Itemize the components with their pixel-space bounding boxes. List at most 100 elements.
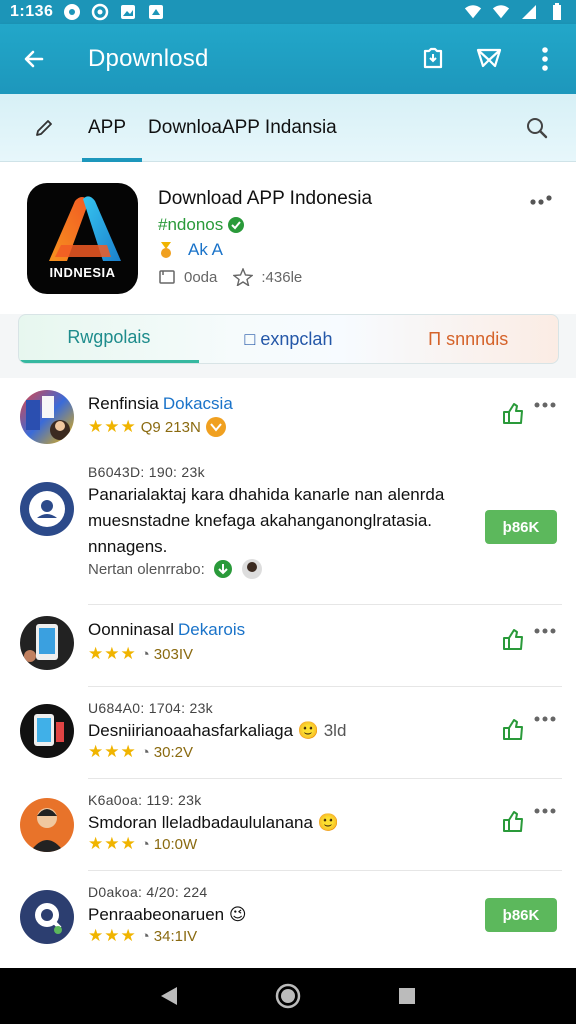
more-horiz-icon[interactable] <box>532 398 558 412</box>
app-tag-text: #ndonos <box>158 215 224 234</box>
tab-indicator <box>82 157 143 162</box>
more-horiz-icon[interactable] <box>532 624 558 638</box>
share-icon <box>476 48 502 68</box>
avatar[interactable] <box>20 890 74 944</box>
avatar[interactable] <box>20 616 74 670</box>
pencil-icon <box>36 119 52 136</box>
review-author-badge: Dokacsia <box>162 394 233 413</box>
segment-option-3[interactable]: Π snnndis <box>378 315 558 363</box>
avatar[interactable] <box>20 704 74 758</box>
emoji-icon: 🙂 <box>297 721 319 740</box>
share-button[interactable] <box>472 42 506 76</box>
divider <box>88 778 562 779</box>
star-rating-icon: ★★★ <box>88 742 137 761</box>
search-button[interactable] <box>522 113 552 143</box>
more-horiz-icon[interactable] <box>532 804 558 818</box>
tab-app[interactable]: APP <box>82 94 143 162</box>
app-meta: 0oda :436le <box>158 268 302 286</box>
clock-icon: ◔ <box>140 743 150 761</box>
download-circle-icon <box>213 560 232 578</box>
review-date: U684A0: 1704: 23k <box>88 700 213 716</box>
app-logo[interactable]: INDNESIA <box>27 183 138 294</box>
avatar[interactable] <box>20 482 74 536</box>
verified-icon <box>228 217 245 233</box>
wifi-icon <box>464 3 482 21</box>
signal-icon <box>492 3 510 21</box>
tab-page-title: DownloaAPP Indansia <box>148 116 337 138</box>
review-rating: ★★★ ◔ 303IV <box>88 644 193 664</box>
review-rating-count: 34:1IV <box>153 927 198 945</box>
review-author: Renfinsia Dokacsia <box>88 394 233 414</box>
emoji-icon: 😉 <box>228 905 247 924</box>
arrow-left-icon <box>24 50 44 68</box>
star-rating-icon: ★★★ <box>88 926 137 945</box>
phone-image-icon <box>34 714 64 746</box>
segment-option-2[interactable]: □ exnpclah <box>199 315 379 363</box>
upvote-icon[interactable] <box>500 400 526 426</box>
avatar[interactable] <box>20 798 74 852</box>
location-icon <box>63 3 81 21</box>
upvote-icon[interactable] <box>500 808 526 834</box>
image-icon <box>119 3 137 21</box>
segment-option-1[interactable]: Rwgpolais <box>19 315 199 363</box>
app-bar: Dpownlosd <box>0 24 576 94</box>
avatar[interactable] <box>20 390 74 444</box>
clock-icon: ◔ <box>140 835 150 853</box>
medal-icon <box>161 242 171 258</box>
circle-home-icon <box>275 983 301 1009</box>
star-outline-icon <box>233 268 254 286</box>
app-meta-size: 0oda <box>184 268 218 286</box>
star-rating-icon: ★★★ <box>88 834 137 853</box>
download-manager-button[interactable] <box>416 42 450 76</box>
emoji-icon: 🙂 <box>317 813 339 832</box>
edit-button[interactable] <box>22 116 66 140</box>
nav-back-button[interactable] <box>149 976 189 1016</box>
review-date: K6a0oa: 119: 23k <box>88 792 202 808</box>
divider <box>88 686 562 687</box>
status-bar: 1:136 <box>0 0 576 24</box>
user-icon <box>29 491 65 527</box>
review-footer-text: Nertan olenrrabo: <box>88 560 205 578</box>
nav-home-button[interactable] <box>268 976 308 1016</box>
download-button[interactable]: ϸ86K <box>485 898 557 932</box>
app-meta-rating: :436le <box>261 268 303 286</box>
avatar-image-icon <box>26 396 70 440</box>
star-rating-icon: ★★★ <box>88 644 137 663</box>
nav-recents-button[interactable] <box>387 976 427 1016</box>
review-body: Panarialaktaj kara dhahida kanarle nan a… <box>88 485 445 556</box>
divider <box>88 604 562 605</box>
review-body: Desniirianoaahasfarkaliaga 🙂 3ld <box>88 718 388 744</box>
more-horiz-icon[interactable] <box>528 192 554 212</box>
upvote-icon[interactable] <box>500 716 526 742</box>
download-button[interactable]: ϸ86K <box>485 510 557 544</box>
app-header-card: INDNESIA Download APP Indonesia #ndonos … <box>0 162 576 314</box>
search-icon <box>527 117 548 138</box>
square-recents-icon <box>398 988 415 1004</box>
review-rating-count: Q9 213N <box>140 418 201 436</box>
more-vert-icon <box>542 47 548 71</box>
review-body-text: Smdoran lleladbadaululanana <box>88 813 313 832</box>
back-button[interactable] <box>14 39 54 79</box>
divider <box>88 870 562 871</box>
phone-image-icon <box>24 624 58 662</box>
overflow-menu-button[interactable] <box>528 42 562 76</box>
app-name: Download APP Indonesia <box>158 188 373 209</box>
review-body: Penraabeonaruen 😉 <box>88 902 388 928</box>
review-date: D0akoa: 4/20: 224 <box>88 884 208 900</box>
app-developer-text: Ak A <box>188 240 223 259</box>
review-filter-segment: Rwgpolais □ exnpclah Π snnndis <box>18 314 559 364</box>
storage-icon <box>159 270 175 284</box>
review-rating-count: 30:2V <box>153 743 193 761</box>
person-image-icon <box>30 808 64 852</box>
app-developer: Ak A <box>158 240 223 260</box>
review-body-suffix: 3ld <box>323 721 347 740</box>
review-rating-count: 303IV <box>153 645 193 663</box>
battery-icon <box>548 3 566 21</box>
more-horiz-icon[interactable] <box>532 712 558 726</box>
sync-icon <box>91 3 109 21</box>
status-time: 1:136 <box>10 3 54 20</box>
review-author-name: Oonninasal <box>88 620 175 639</box>
review-body: Smdoran lleladbadaululanana 🙂 <box>88 810 388 836</box>
app-tag: #ndonos <box>158 215 245 235</box>
upvote-icon[interactable] <box>500 626 526 652</box>
